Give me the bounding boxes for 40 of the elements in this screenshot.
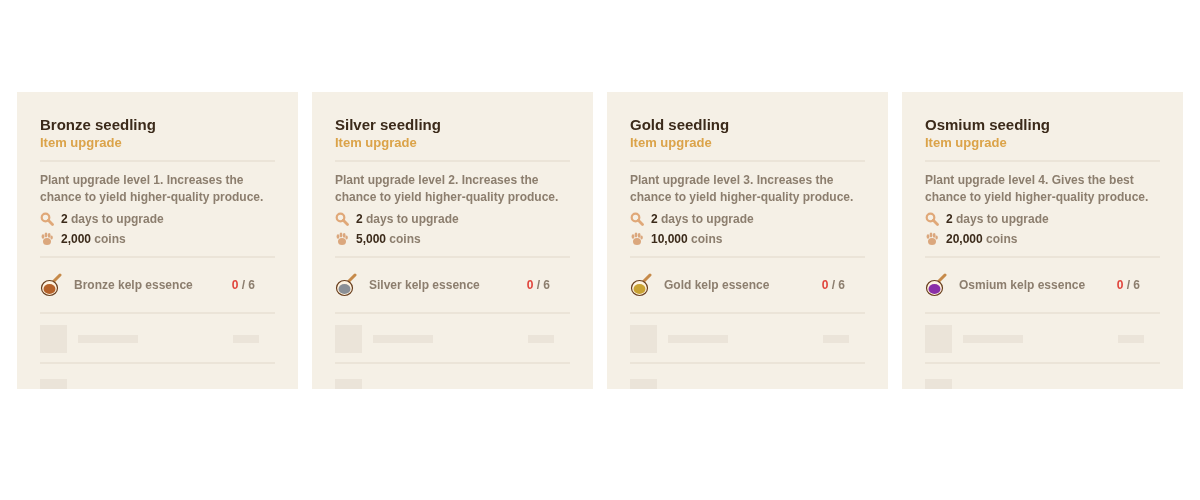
card-subtitle: Item upgrade <box>335 135 418 150</box>
upgrade-time: 2 days to upgrade <box>61 212 164 226</box>
paw-icon <box>925 232 939 246</box>
coin-cost: 20,000 coins <box>946 232 1018 246</box>
ingredient-name: Silver kelp essence <box>369 278 481 292</box>
ingredient-name: Osmium kelp essence <box>959 278 1087 292</box>
description: Plant upgrade level 3. Increases the chance to yield higher-quality produce. <box>630 172 855 206</box>
required-count: / 6 <box>831 278 845 292</box>
magnifier-icon <box>630 212 644 226</box>
owned-count: 0 <box>231 278 239 292</box>
card-subtitle: Item upgrade <box>630 135 713 150</box>
coin-cost: 2,000 coins <box>61 232 126 246</box>
ingredient-name: Bronze kelp essence <box>74 278 194 292</box>
required-count: / 6 <box>536 278 550 292</box>
paw-icon <box>40 232 54 246</box>
upgrade-time: 2 days to upgrade <box>946 212 1049 226</box>
description: Plant upgrade level 4. Gives the best chance to yield higher-quality produce. <box>925 172 1150 206</box>
owned-count: 0 <box>1116 278 1124 292</box>
magnifier-icon <box>335 212 349 226</box>
card-title: Osmium seedling <box>925 116 1052 133</box>
required-count: / 6 <box>241 278 255 292</box>
ingredient-name: Gold kelp essence <box>664 278 771 292</box>
coin-cost: 5,000 coins <box>356 232 421 246</box>
owned-count: 0 <box>526 278 534 292</box>
owned-count: 0 <box>821 278 829 292</box>
magnifier-icon <box>40 212 54 226</box>
card-subtitle: Item upgrade <box>40 135 123 150</box>
description: Plant upgrade level 2. Increases the chance to yield higher-quality produce. <box>335 172 560 206</box>
card-title: Silver seedling <box>335 116 442 133</box>
paw-icon <box>335 232 349 246</box>
upgrade-time: 2 days to upgrade <box>356 212 459 226</box>
paw-icon <box>630 232 644 246</box>
description: Plant upgrade level 1. Increases the chance to yield higher-quality produce. <box>40 172 265 206</box>
card-title: Bronze seedling <box>40 116 157 133</box>
upgrade-time: 2 days to upgrade <box>651 212 754 226</box>
required-count: / 6 <box>1126 278 1140 292</box>
coin-cost: 10,000 coins <box>651 232 723 246</box>
card-title: Gold seedling <box>630 116 731 133</box>
card-subtitle: Item upgrade <box>925 135 1008 150</box>
magnifier-icon <box>925 212 939 226</box>
